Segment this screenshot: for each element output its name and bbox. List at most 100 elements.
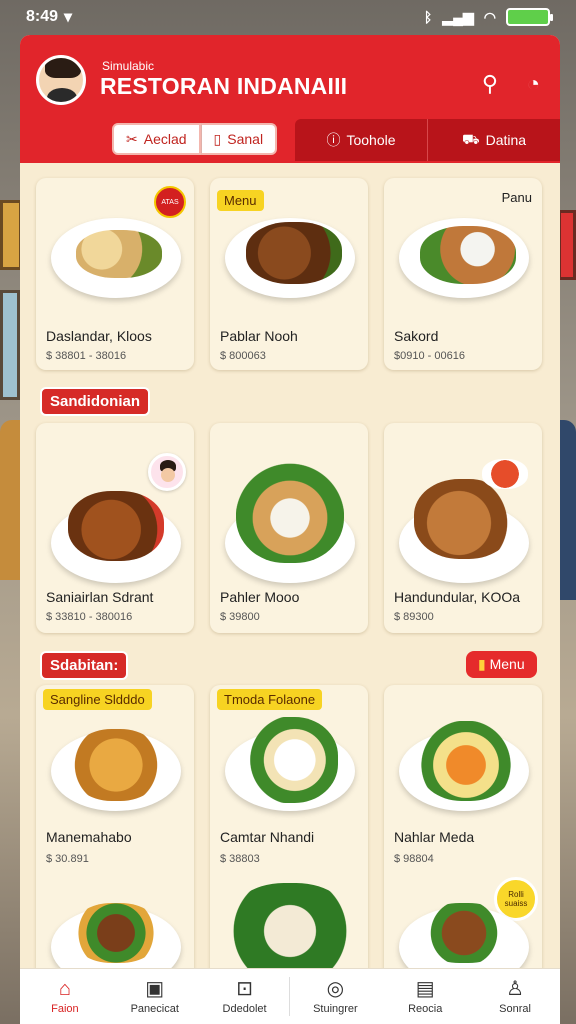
dish-price: $ 30.891 [46,853,89,865]
nav-ddedolet[interactable]: ⊡ Ddedolet [200,969,290,1024]
tab-toohole[interactable]: ⓘ Toohole [295,119,428,161]
tab-row-light: ✂ Aeclad ▯ Sanal [112,123,278,155]
nav-label: Reocia [408,1002,443,1015]
dish-image [72,903,160,963]
chef-avatar-icon [148,453,186,491]
dish-image [242,717,338,803]
corner-label: Panu [501,190,532,205]
flame-icon: ▮ [478,656,486,672]
dish-name: Handundular, KOOa [394,589,521,605]
signal-icon: ▂▄▆ [442,8,474,25]
header: Simulabic RESTORAN INDANAIII ⚲ ◔ ✂ Aecla… [20,35,560,163]
bookmark-icon: ▯ [213,130,222,147]
tab-label: Datina [485,132,527,148]
dish-name: Nahlar Meda [394,829,475,845]
wall-art-left [0,200,22,270]
dish-image [420,226,516,284]
dish-image [246,222,342,284]
dish-price: $ 38801 - 38016 [46,350,127,362]
diner-right [558,420,576,600]
dish-price: $ 33810 - 380016 [46,611,133,623]
bag-icon: ▤ [415,977,435,1000]
home-icon: ⌂ [58,977,71,1000]
nav-faion[interactable]: ⌂ Faion [20,969,110,1024]
dish-card[interactable]: Tmoda Folaone Camtar Nhandi $ 38803 [210,685,368,985]
car-icon: ⛟ [461,130,480,147]
menu-content: ATAS Daslandar, Kloos $ 38801 - 38016 Me… [20,175,560,987]
chat-icon: ◎ [326,977,345,1000]
nav-label: Panecicat [130,1002,179,1015]
dish-card[interactable]: Sangline Sldddo Manemahabo $ 30.891 [36,685,194,987]
dish-image [418,721,514,801]
dish-card[interactable]: Panu Sakord $0910 - 00616 [384,178,542,370]
gamepad-icon: ⊡ [236,977,253,1000]
nav-reocia[interactable]: ▤ Reocia [380,969,470,1024]
battery-icon [506,8,553,26]
page-title: RESTORAN INDANAIII [100,73,348,99]
dish-card[interactable]: Handundular, KOOa $ 89300 [384,423,542,633]
section-label: Sandidonian [40,387,150,416]
tab-label: Sanal [227,131,264,147]
search-icon[interactable]: ⚲ [482,71,498,97]
tab-datina[interactable]: ⛟ Datina [428,119,560,161]
bluetooth-icon: ᛒ [423,9,433,25]
dish-badge: Sangline Sldddo [43,689,152,710]
location-icon: ▾ [64,9,73,26]
dish-name: Manemahabo [46,829,132,845]
nav-panecicat[interactable]: ▣ Panecicat [110,969,200,1024]
nav-label: Sonral [499,1002,531,1015]
tab-label: Toohole [346,132,396,148]
nav-label: Stuingrer [313,1002,358,1015]
menu-badge: Menu [217,190,264,211]
dish-price: $0910 - 00616 [394,350,465,362]
dish-price: $ 39800 [220,611,260,623]
nav-sonral[interactable]: ♙ Sonral [470,969,560,1024]
dish-name: Camtar Nhandi [220,829,315,845]
dish-badge: Tmoda Folaone [217,689,323,710]
dish-name: Sakord [394,328,439,344]
dish-image [226,883,354,979]
info-icon: ⓘ [326,132,341,148]
menu-button[interactable]: ▮ Menu [466,651,537,678]
dish-price: $ 89300 [394,611,434,623]
menu-button-label: Menu [489,656,525,672]
dish-image [414,479,514,559]
promo-badge: ATAS [154,186,186,218]
window-left [0,290,20,400]
wall-art-right [558,210,576,280]
wifi-icon: ◠ [483,8,496,25]
tab-aeclad[interactable]: ✂ Aeclad [112,123,201,155]
bottom-nav: ⌂ Faion ▣ Panecicat ⊡ Ddedolet ◎ Stuingr… [20,968,560,1024]
diner-left [0,420,22,580]
nav-label: Faion [51,1002,79,1015]
dish-card[interactable]: ATAS Daslandar, Kloos $ 38801 - 38016 [36,178,194,370]
dish-card[interactable]: Menu Pablar Nooh $ 800063 [210,178,368,370]
user-icon[interactable]: ◔ [527,71,540,97]
tab-row-dark: ⓘ Toohole ⛟ Datina [295,119,560,161]
dish-name: Pablar Nooh [220,328,298,344]
dish-card[interactable]: Saniairlan Sdrant $ 33810 - 380016 [36,423,194,633]
dish-card[interactable]: Pahler Mooo $ 39800 [210,423,368,633]
dish-price: $ 800063 [220,350,266,362]
dish-name: Pahler Mooo [220,589,300,605]
dish-card[interactable]: Nahlar Meda $ 98804 Rolli suaiss [384,685,542,987]
profile-icon: ♙ [506,977,525,1000]
section-label: Sdabitan: [40,651,129,680]
nav-stuingrer[interactable]: ◎ Stuingrer [290,969,380,1024]
phone-icon: ▣ [145,977,165,1000]
status-bar: 8:49 ▾ ᛒ ▂▄▆ ◠ [0,0,576,34]
tab-sanal[interactable]: ▯ Sanal [200,123,278,155]
dish-image [70,729,162,801]
status-time: 8:49 [26,8,59,25]
dish-name: Daslandar, Kloos [46,328,152,344]
nav-label: Ddedolet [222,1002,267,1015]
app-window: Simulabic RESTORAN INDANAIII ⚲ ◔ ✂ Aecla… [20,35,560,1024]
dish-image [418,903,510,963]
dish-image [76,230,162,278]
dish-price: $ 38803 [220,853,260,865]
header-subtitle: Simulabic [102,59,155,73]
dish-image [236,463,344,563]
sauce-bowl [482,459,528,489]
avatar[interactable] [36,55,86,105]
tab-label: Aeclad [143,131,187,147]
